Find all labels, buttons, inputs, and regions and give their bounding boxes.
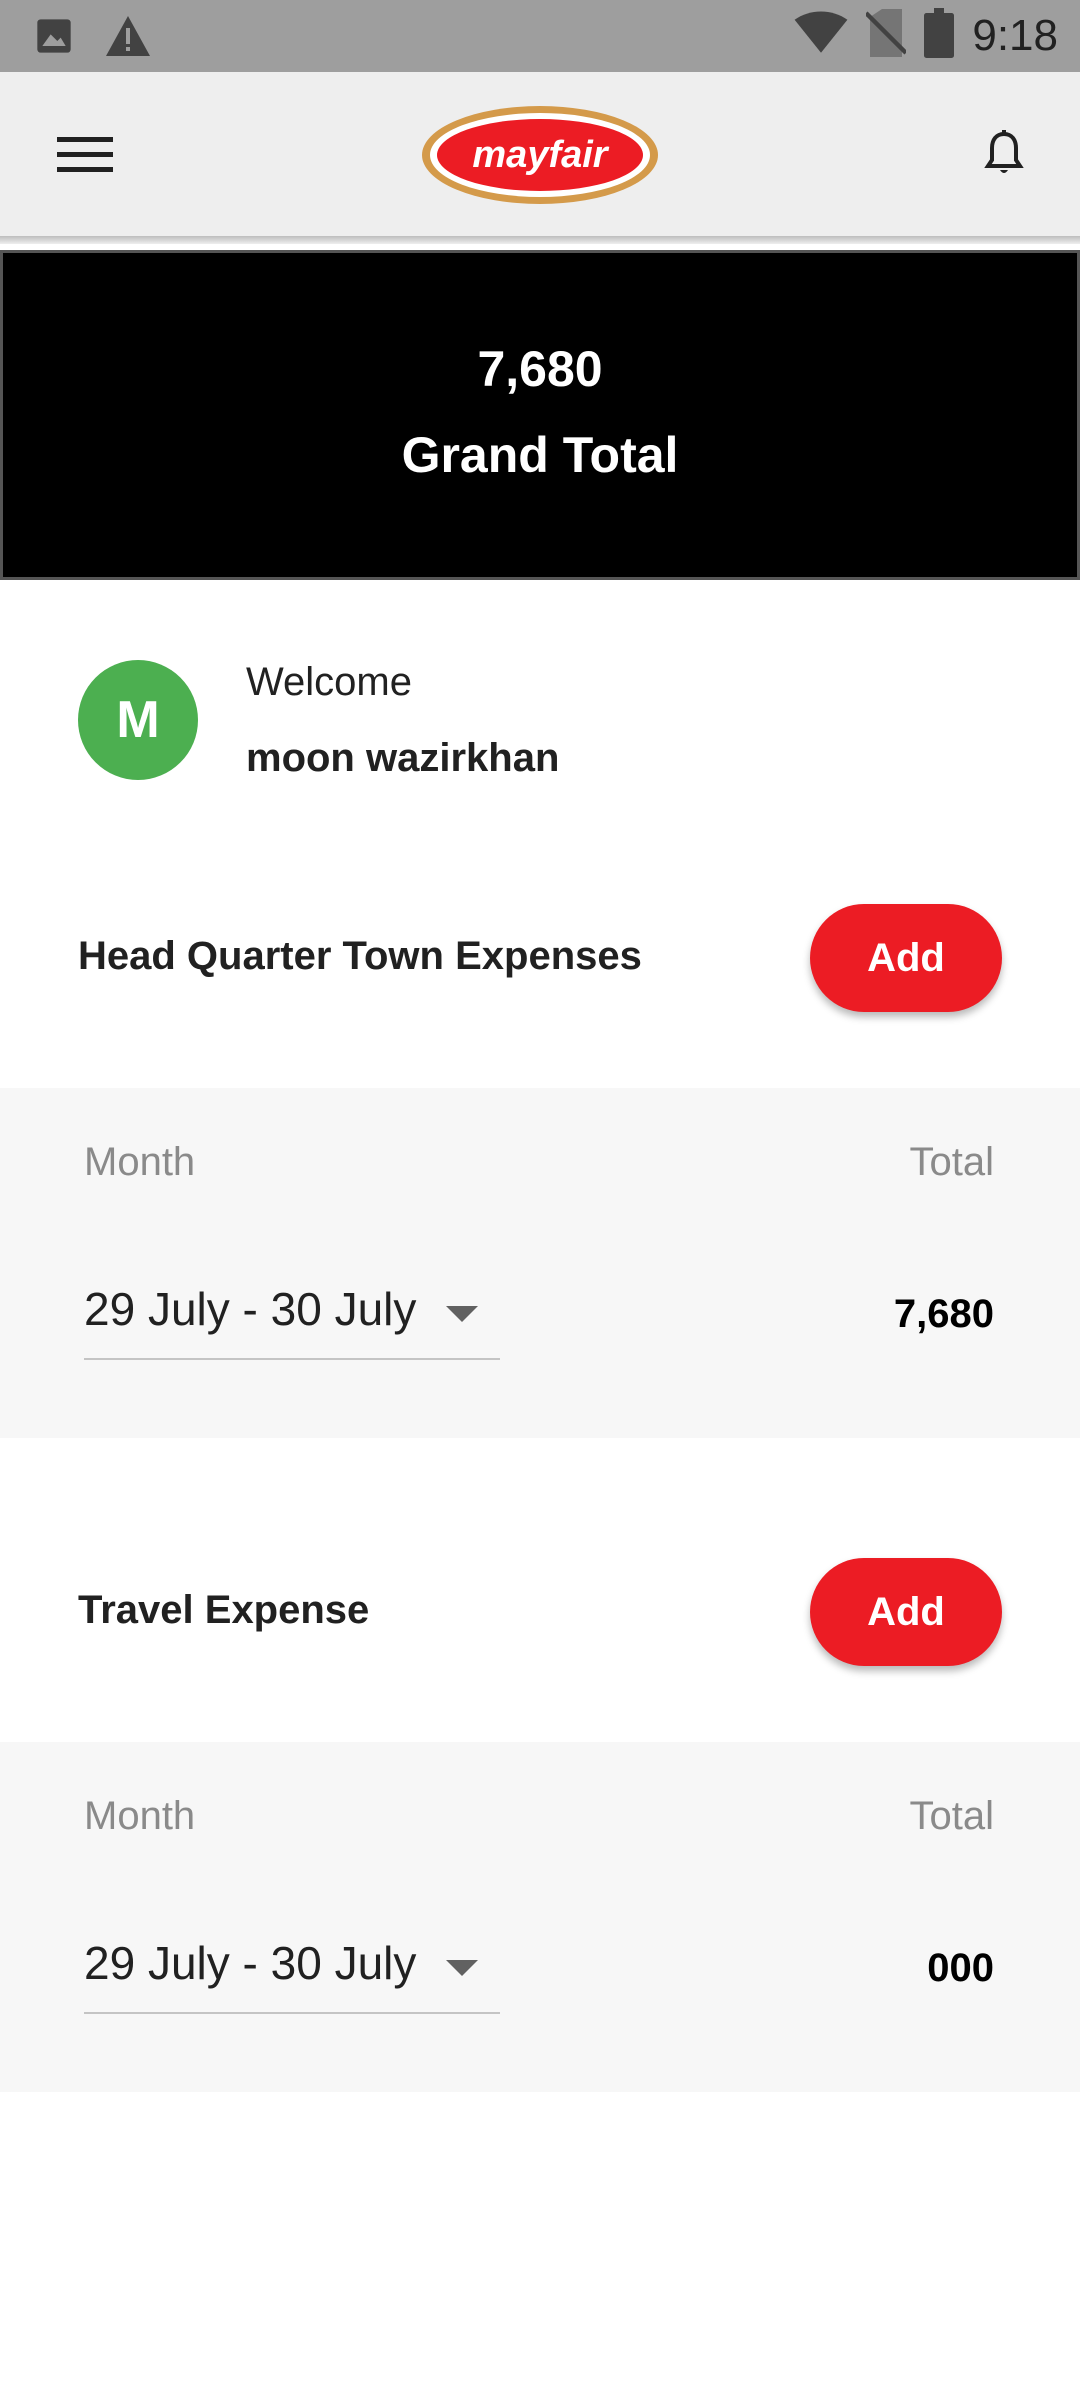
status-left-icons — [34, 14, 152, 63]
menu-button[interactable] — [40, 122, 130, 192]
status-time: 9:18 — [972, 10, 1058, 60]
app-bar-shadow — [0, 236, 1080, 244]
no-sim-icon — [864, 9, 908, 62]
travel-month-value: 29 July - 30 July — [84, 1937, 417, 1989]
hq-add-button[interactable]: Add — [810, 904, 1002, 1012]
travel-expense-table: Month Total 29 July - 30 July 000 — [0, 1742, 1080, 2092]
image-icon — [34, 16, 74, 61]
travel-total-value: 000 — [927, 1946, 994, 1990]
warning-icon — [104, 14, 152, 63]
hq-expenses-title: Head Quarter Town Expenses — [78, 934, 642, 978]
battery-icon — [924, 8, 955, 63]
travel-month-dropdown[interactable]: 29 July - 30 July — [84, 1934, 500, 2014]
bell-icon — [984, 129, 1024, 183]
month-column-header: Month — [84, 1794, 196, 1838]
total-column-header: Total — [909, 1140, 995, 1184]
wifi-icon — [794, 11, 848, 60]
total-column-header: Total — [909, 1794, 995, 1838]
avatar: M — [78, 660, 198, 780]
hq-month-value: 29 July - 30 July — [84, 1283, 417, 1335]
status-right-icons: 9:18 — [794, 8, 1058, 63]
hq-expenses-table: Month Total 29 July - 30 July 7,680 — [0, 1088, 1080, 1438]
hq-month-dropdown[interactable]: 29 July - 30 July — [84, 1280, 500, 1360]
grand-total-value: 7,680 — [477, 341, 603, 397]
user-name: moon wazirkhan — [246, 736, 560, 780]
chevron-down-icon — [446, 1960, 478, 1976]
grand-total-banner: 7,680 Grand Total — [0, 250, 1080, 580]
mayfair-logo: mayfair — [420, 104, 660, 206]
app-bar: mayfair — [0, 72, 1080, 240]
grand-total-label: Grand Total — [401, 427, 679, 483]
logo-text: mayfair — [472, 134, 609, 176]
notification-button[interactable] — [968, 120, 1040, 192]
travel-expense-title: Travel Expense — [78, 1588, 370, 1632]
month-column-header: Month — [84, 1140, 196, 1184]
travel-add-button[interactable]: Add — [810, 1558, 1002, 1666]
status-bar: 9:18 — [0, 0, 1080, 72]
menu-icon — [57, 135, 113, 180]
welcome-greeting: Welcome — [246, 660, 412, 704]
hq-total-value: 7,680 — [893, 1292, 994, 1336]
chevron-down-icon — [446, 1306, 478, 1322]
